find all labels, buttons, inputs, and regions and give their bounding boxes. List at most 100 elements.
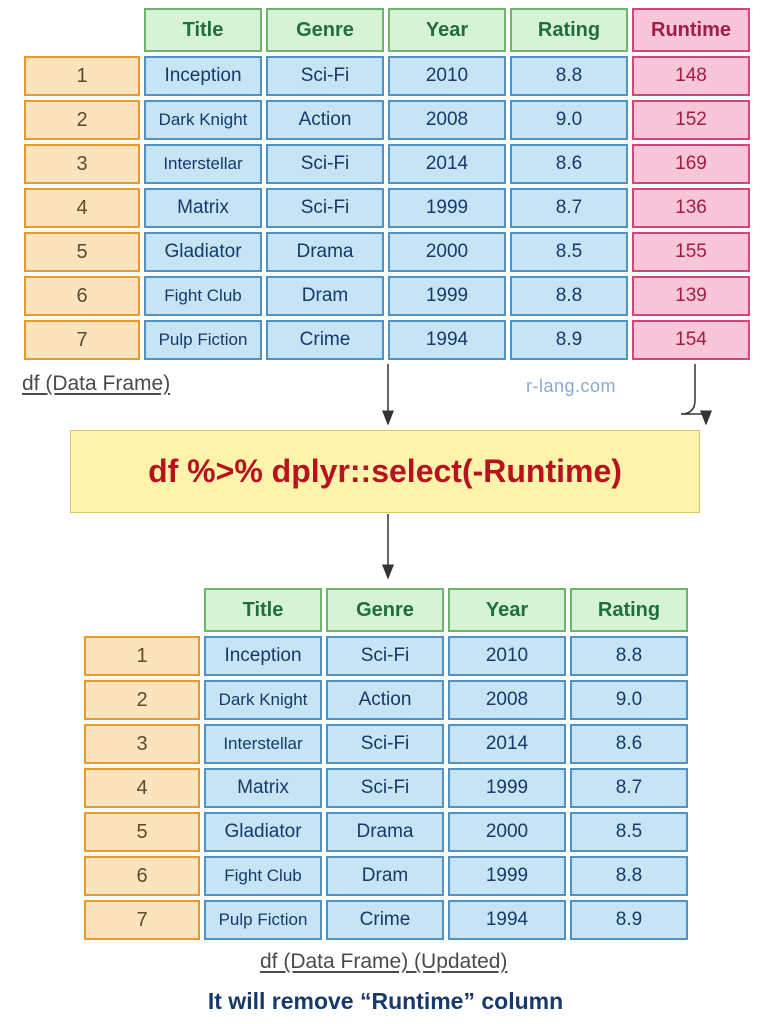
data-cell: 8.6 [570,724,688,764]
data-cell: 1999 [448,768,566,808]
table-header: TitleGenreYearRatingRuntime [24,8,750,52]
caption-top: df (Data Frame) [22,372,170,396]
data-cell: Gladiator [144,232,262,272]
data-cell: Interstellar [204,724,322,764]
row-index: 7 [24,320,140,360]
data-cell: 8.7 [570,768,688,808]
data-cell: Inception [204,636,322,676]
data-cell: 8.8 [510,276,628,316]
table-row: 7Pulp FictionCrime19948.9 [84,900,688,940]
table-body: 1InceptionSci-Fi20108.82Dark KnightActio… [84,636,688,940]
data-cell: Sci-Fi [266,188,384,228]
dataframe-table-top: TitleGenreYearRatingRuntime 1Inception Sc… [20,4,754,364]
data-cell: 9.0 [570,680,688,720]
row-index: 5 [84,812,200,852]
data-cell: 8.8 [510,56,628,96]
table-row: 1InceptionSci-Fi20108.8148 [24,56,750,96]
data-cell: 2000 [388,232,506,272]
data-cell: 9.0 [510,100,628,140]
data-cell: 136 [632,188,750,228]
data-cell: 2014 [388,144,506,184]
data-cell: Crime [326,900,444,940]
row-index: 2 [84,680,200,720]
data-cell: 148 [632,56,750,96]
code-expression: df %>% dplyr::select(-Runtime) [70,430,700,513]
table-row: 2Dark KnightAction20089.0152 [24,100,750,140]
data-cell: 8.7 [510,188,628,228]
data-cell: Inception [144,56,262,96]
dataframe-table-bottom: TitleGenreYearRating 1InceptionSci-Fi201… [80,584,692,944]
table-row: 3InterstellarSci-Fi20148.6169 [24,144,750,184]
row-index: 6 [84,856,200,896]
data-cell: 154 [632,320,750,360]
table-row: 4MatrixSci-Fi19998.7136 [24,188,750,228]
row-index: 5 [24,232,140,272]
data-cell: 1999 [448,856,566,896]
data-cell: Sci-Fi [326,768,444,808]
data-cell: Action [266,100,384,140]
row-index: 7 [84,900,200,940]
data-cell: 155 [632,232,750,272]
data-cell: 1999 [388,188,506,228]
data-cell: 8.9 [510,320,628,360]
data-cell: Sci-Fi [326,636,444,676]
data-cell: Action [326,680,444,720]
column-header: Genre [326,588,444,632]
column-header: Year [448,588,566,632]
data-cell: 2010 [448,636,566,676]
table-row: 5GladiatorDrama20008.5 [84,812,688,852]
data-cell: Dram [326,856,444,896]
data-cell: 139 [632,276,750,316]
column-header: Title [204,588,322,632]
data-cell: Drama [326,812,444,852]
data-cell: 1994 [388,320,506,360]
bottom-note: It will remove “Runtime” column [0,988,771,1015]
caption-bottom: df (Data Frame) (Updated) [260,950,507,974]
data-cell: Dram [266,276,384,316]
data-cell: Dark Knight [144,100,262,140]
data-cell: 8.5 [570,812,688,852]
data-cell: 8.9 [570,900,688,940]
data-cell: Dark Knight [204,680,322,720]
table-header: TitleGenreYearRating [84,588,688,632]
row-index: 6 [24,276,140,316]
data-cell: Pulp Fiction [204,900,322,940]
data-cell: Crime [266,320,384,360]
column-header: Genre [266,8,384,52]
data-cell: Pulp Fiction [144,320,262,360]
data-cell: Interstellar [144,144,262,184]
data-cell: Drama [266,232,384,272]
row-index: 3 [84,724,200,764]
table-row: 4MatrixSci-Fi19998.7 [84,768,688,808]
watermark: r-lang.com [526,376,616,397]
data-cell: 2008 [448,680,566,720]
table-row: 1InceptionSci-Fi20108.8 [84,636,688,676]
data-cell: 1994 [448,900,566,940]
column-header: Title [144,8,262,52]
data-cell: 2014 [448,724,566,764]
column-header: Runtime [632,8,750,52]
data-cell: 2008 [388,100,506,140]
table-row: 2Dark KnightAction20089.0 [84,680,688,720]
data-cell: 1999 [388,276,506,316]
data-cell: 8.5 [510,232,628,272]
row-index: 1 [84,636,200,676]
table-row: 6Fight ClubDram19998.8 [84,856,688,896]
row-index: 4 [84,768,200,808]
data-cell: 169 [632,144,750,184]
data-cell: 2010 [388,56,506,96]
data-cell: 8.6 [510,144,628,184]
data-cell: 8.8 [570,636,688,676]
data-cell: Sci-Fi [326,724,444,764]
row-index: 4 [24,188,140,228]
column-header: Rating [570,588,688,632]
row-index: 1 [24,56,140,96]
data-cell: Fight Club [144,276,262,316]
row-index: 2 [24,100,140,140]
data-cell: 2000 [448,812,566,852]
data-cell: Matrix [144,188,262,228]
data-cell: Gladiator [204,812,322,852]
data-cell: Matrix [204,768,322,808]
column-header: Year [388,8,506,52]
table-body: 1InceptionSci-Fi20108.81482Dark KnightAc… [24,56,750,360]
